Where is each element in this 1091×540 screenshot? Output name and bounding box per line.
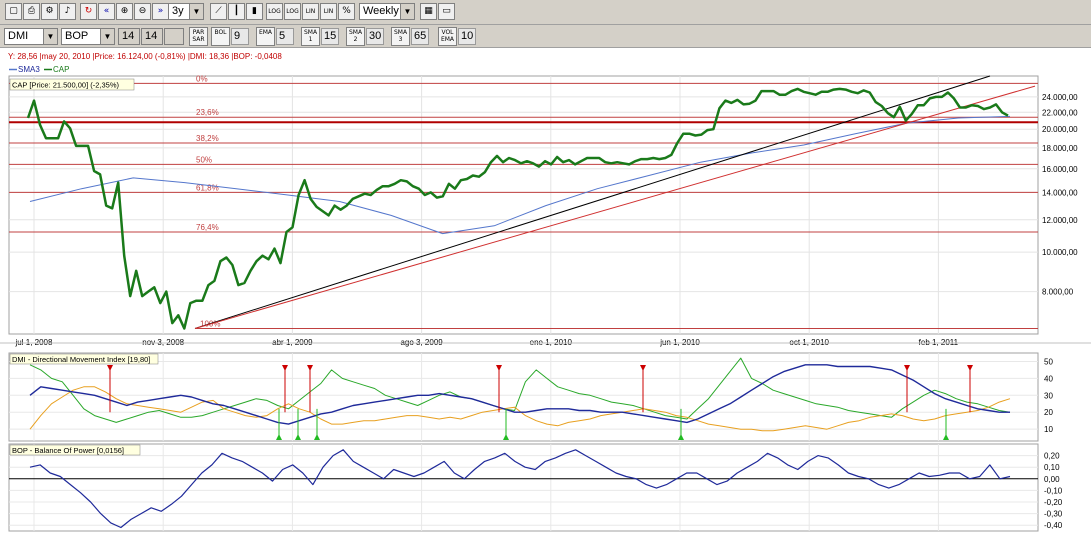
dmi-y-tick: 10 xyxy=(1044,425,1053,434)
vol-ema-value[interactable]: 10 xyxy=(458,28,476,45)
main-toolbar: ▢ ⎙ ⚙ ♪ ↻ « ⊕ ⊖ » 3y ▼ ⟋ ┃ ▮ LOG LOG LIN … xyxy=(0,0,1091,25)
price-y-tick: 18.000,00 xyxy=(1042,144,1078,153)
blank-field[interactable] xyxy=(164,28,184,45)
bop-y-tick: 0,10 xyxy=(1044,463,1060,472)
zoom-in-icon[interactable]: ⊕ xyxy=(116,3,133,20)
legend-cap-label: CAP xyxy=(53,65,69,74)
indicator1-select[interactable]: DMI ▼ xyxy=(4,28,58,45)
price-y-tick: 20.000,00 xyxy=(1042,125,1078,134)
price-y-tick: 8.000,00 xyxy=(1042,288,1074,297)
sma2-value[interactable]: 30 xyxy=(366,28,384,45)
fib-label: 0% xyxy=(196,74,208,83)
dmi-y-tick: 30 xyxy=(1044,391,1053,400)
price-y-tick: 10.000,00 xyxy=(1042,248,1078,257)
interval-select[interactable]: Weekly ▼ xyxy=(359,3,415,20)
log-scale-button-1[interactable]: LOG xyxy=(266,3,283,20)
sma3-value[interactable]: 65 xyxy=(411,28,429,45)
print-icon[interactable]: ⎙ xyxy=(23,3,40,20)
scroll-start-icon[interactable]: « xyxy=(98,3,115,20)
bop-y-tick: -0,20 xyxy=(1044,498,1063,507)
sma1-button[interactable]: SMA 1 xyxy=(301,27,320,46)
dmi-panel-title: DMI - Directional Movement Index [19,80] xyxy=(12,355,150,364)
refresh-icon[interactable]: ↻ xyxy=(80,3,97,20)
bop-y-tick: -0,40 xyxy=(1044,521,1063,530)
scroll-end-icon[interactable]: » xyxy=(152,3,169,20)
color-palette-icon[interactable]: ▦ xyxy=(420,3,437,20)
period-select[interactable]: 3y ▼ xyxy=(168,3,204,20)
dmi-period-2[interactable]: 14 xyxy=(141,28,163,45)
sound-icon[interactable]: ♪ xyxy=(59,3,76,20)
price-y-tick: 14.000,00 xyxy=(1042,188,1078,197)
price-y-tick: 22.000,00 xyxy=(1042,108,1078,117)
bop-y-tick: 0,20 xyxy=(1044,452,1060,461)
dmi-y-tick: 50 xyxy=(1044,357,1053,366)
price-y-tick: 24.000,00 xyxy=(1042,93,1078,102)
ema-button[interactable]: EMA xyxy=(256,27,275,46)
indicator-toolbar: DMI ▼ BOP ▼ 14 14 PAR SAR BOL 9 EMA 5 SMA … xyxy=(0,25,1091,48)
price-panel-title: CAP [Price: 21.500,00] (-2,35%) xyxy=(12,81,120,90)
lin-scale-button-1[interactable]: LIN xyxy=(302,3,319,20)
price-y-tick: 16.000,00 xyxy=(1042,165,1078,174)
log-scale-button-2[interactable]: LOG xyxy=(284,3,301,20)
info-line: Y: 28,56 |may 20, 2010 |Price: 16.124,00… xyxy=(8,52,282,61)
ema-value[interactable]: 5 xyxy=(276,28,294,45)
fib-label: 23,6% xyxy=(196,108,219,117)
fib-label: 50% xyxy=(196,155,212,164)
legend-sma3-label: SMA3 xyxy=(18,65,40,74)
dmi-period-1[interactable]: 14 xyxy=(118,28,140,45)
bop-y-tick: -0,30 xyxy=(1044,510,1063,519)
new-chart-icon[interactable]: ▢ xyxy=(5,3,22,20)
par-sar-button[interactable]: PAR SAR xyxy=(189,27,208,46)
image-export-icon[interactable]: ▭ xyxy=(438,3,455,20)
dmi-y-tick: 40 xyxy=(1044,374,1053,383)
sma1-value[interactable]: 15 xyxy=(321,28,339,45)
dmi-y-tick: 20 xyxy=(1044,408,1053,417)
fib-label: 38,2% xyxy=(196,134,219,143)
percent-button[interactable]: % xyxy=(338,3,355,20)
line-chart-icon[interactable]: ⟋ xyxy=(210,3,227,20)
chart-area[interactable]: Y: 28,56 |may 20, 2010 |Price: 16.124,00… xyxy=(0,48,1091,540)
bollinger-button[interactable]: BOL xyxy=(211,27,230,46)
chart-svg[interactable]: Y: 28,56 |may 20, 2010 |Price: 16.124,00… xyxy=(0,48,1091,540)
bop-y-tick: 0,00 xyxy=(1044,475,1060,484)
candle-chart-icon[interactable]: ▮ xyxy=(246,3,263,20)
settings-icon[interactable]: ⚙ xyxy=(41,3,58,20)
lin-scale-button-2[interactable]: LIN xyxy=(320,3,337,20)
bop-panel-title: BOP - Balance Of Power [0,0156] xyxy=(12,446,124,455)
bollinger-value[interactable]: 9 xyxy=(231,28,249,45)
vol-ema-button[interactable]: VOL EMA xyxy=(438,27,457,46)
sma3-button[interactable]: SMA 3 xyxy=(391,27,410,46)
price-y-tick: 12.000,00 xyxy=(1042,216,1078,225)
zoom-out-icon[interactable]: ⊖ xyxy=(134,3,151,20)
bar-chart-icon[interactable]: ┃ xyxy=(228,3,245,20)
bop-y-tick: -0,10 xyxy=(1044,486,1063,495)
indicator2-select[interactable]: BOP ▼ xyxy=(61,28,115,45)
fib-label: 76,4% xyxy=(196,223,219,232)
sma2-button[interactable]: SMA 2 xyxy=(346,27,365,46)
